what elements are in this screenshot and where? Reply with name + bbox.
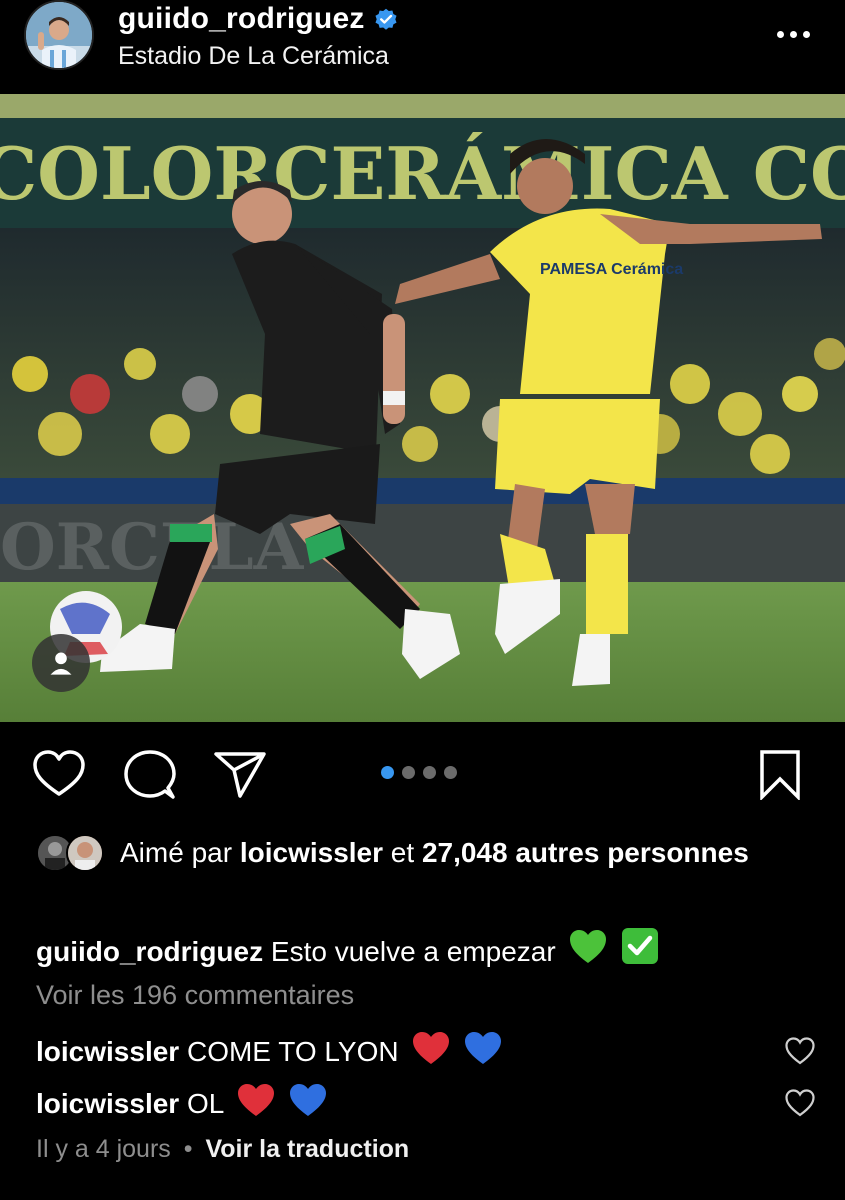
avatar-image (26, 2, 92, 68)
post-location[interactable]: Estadio De La Cerámica (118, 42, 389, 71)
share-send-icon[interactable] (214, 750, 266, 798)
footer-separator: • (183, 1135, 193, 1163)
comment-bubble-icon[interactable] (124, 750, 176, 800)
comment-username[interactable]: loicwissler (36, 1036, 179, 1067)
likes-count[interactable]: 27,048 autres (422, 837, 599, 868)
comment-like-heart-icon[interactable] (785, 1089, 815, 1117)
see-translation-link[interactable]: Voir la traduction (205, 1135, 409, 1163)
post-timestamp: Il y a 4 jours (36, 1135, 171, 1163)
more-dot-icon (777, 30, 784, 38)
carousel-indicator (381, 766, 457, 779)
likes-prefix: Aimé par (120, 837, 233, 868)
verified-badge-icon (375, 8, 397, 30)
liker-username[interactable]: loicwissler (240, 837, 383, 868)
liker-avatars (36, 834, 106, 874)
carousel-dot (402, 766, 415, 779)
liker-avatar (66, 834, 104, 872)
red-heart-emoji-icon (413, 1032, 450, 1064)
likes-middle: et (390, 837, 415, 868)
carousel-dot (423, 766, 436, 779)
sponsor-logo-text: PAMESA Cerámica (540, 261, 683, 278)
stadium-banner-text: COLORCERÁMICA COLORCERÁMICA COLOR (0, 131, 845, 216)
post-footer: Il y a 4 jours • Voir la traduction (36, 1135, 409, 1164)
football-match-image: COLORCERÁMICA COLORCERÁMICA COLOR ORCELA (0, 94, 845, 722)
view-all-comments-link[interactable]: Voir les 196 commentaires (36, 980, 354, 1011)
save-bookmark-icon[interactable] (758, 750, 802, 800)
carousel-dot-active (381, 766, 394, 779)
more-options-button[interactable] (777, 22, 815, 46)
post-photo[interactable]: COLORCERÁMICA COLORCERÁMICA COLOR ORCELA (0, 94, 845, 722)
blue-heart-emoji-icon (465, 1032, 502, 1064)
post-caption: guiido_rodriguez Esto vuelve a empezar (36, 927, 659, 970)
blue-heart-emoji-icon (289, 1084, 326, 1116)
post-header: guiido_rodriguez Estadio De La Cerámica (0, 0, 845, 94)
more-dot-icon (790, 30, 797, 38)
carousel-dot (444, 766, 457, 779)
caption-text: Esto vuelve a empezar (270, 936, 556, 967)
profile-avatar[interactable] (24, 0, 94, 70)
comment-like-heart-icon[interactable] (785, 1037, 815, 1065)
comment-text: COME TO LYON (186, 1036, 399, 1067)
like-heart-icon[interactable] (33, 750, 85, 798)
more-dot-icon (803, 30, 810, 38)
comment-item: loicwissler COME TO LYON (36, 1031, 502, 1070)
likes-text: Aimé par loicwissler et 27,048 autres pe… (120, 835, 760, 871)
comment-item: loicwissler OL (36, 1083, 327, 1122)
person-icon (50, 652, 72, 675)
green-heart-emoji-icon (570, 930, 607, 963)
comment-username[interactable]: loicwissler (36, 1088, 179, 1119)
red-heart-emoji-icon (238, 1084, 275, 1116)
tagged-people-button[interactable] (32, 634, 90, 692)
comment-text: OL (186, 1088, 224, 1119)
post-actions (0, 722, 845, 832)
likes-suffix[interactable]: personnes (607, 837, 749, 868)
post-username[interactable]: guiido_rodriguez (118, 2, 365, 36)
caption-username[interactable]: guiido_rodriguez (36, 936, 263, 967)
check-mark-emoji-icon (622, 928, 659, 964)
